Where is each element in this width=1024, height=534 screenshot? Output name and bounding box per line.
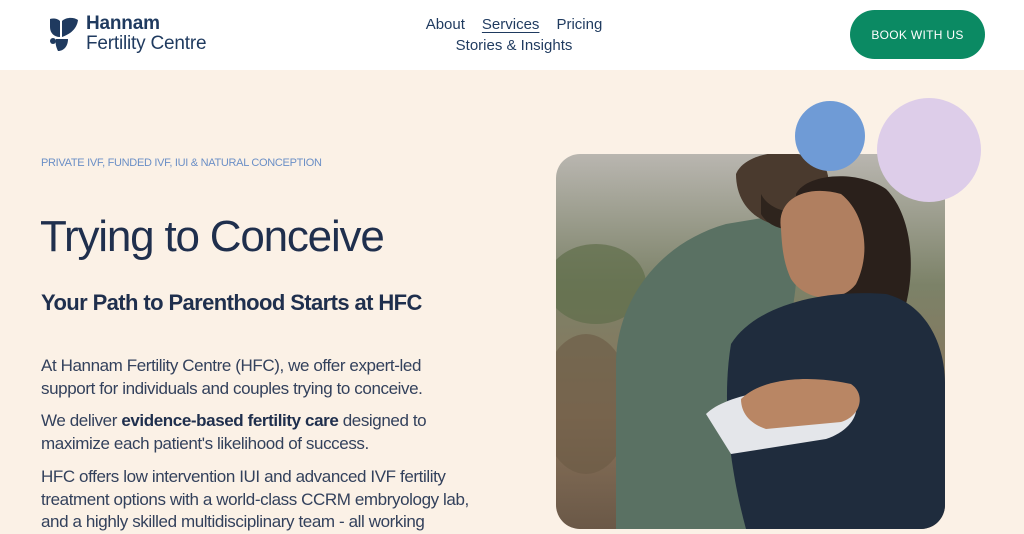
couple-photo-illustration — [556, 154, 945, 529]
page-title: Trying to Conceive — [40, 212, 385, 261]
logo-text: Hannam Fertility Centre — [86, 13, 207, 54]
book-with-us-button[interactable]: BOOK WITH US — [850, 10, 985, 59]
nav-pricing[interactable]: Pricing — [556, 14, 602, 35]
nav-about[interactable]: About — [426, 14, 465, 35]
logo[interactable]: Hannam Fertility Centre — [46, 13, 207, 54]
nav-services[interactable]: Services — [482, 14, 540, 35]
intro-paragraph: At Hannam Fertility Centre (HFC), we off… — [41, 356, 423, 398]
treatment-paragraph: HFC offers low intervention IUI and adva… — [41, 467, 469, 531]
logo-name: Hannam — [86, 13, 160, 34]
care-text-bold: evidence-based fertility care — [121, 411, 339, 430]
care-paragraph: We deliver evidence-based fertility care… — [41, 410, 471, 455]
hero-eyebrow: PRIVATE IVF, FUNDED IVF, IUI & NATURAL C… — [41, 157, 322, 169]
decorative-lilac-circle — [877, 98, 981, 202]
nav-row-secondary: Stories & Insights — [404, 35, 624, 56]
logo-subname: Fertility Centre — [86, 33, 207, 54]
page-subtitle: Your Path to Parenthood Starts at HFC — [41, 290, 422, 315]
decorative-blue-circle — [795, 101, 865, 171]
nav-stories-insights[interactable]: Stories & Insights — [456, 35, 573, 56]
site-header: Hannam Fertility Centre About Services P… — [0, 0, 1024, 70]
main-nav: About Services Pricing Stories & Insight… — [404, 14, 624, 56]
hero-couple-photo — [556, 154, 945, 529]
nav-row-primary: About Services Pricing — [404, 14, 624, 35]
care-text-before: We deliver — [41, 411, 122, 430]
bird-icon — [50, 17, 78, 51]
